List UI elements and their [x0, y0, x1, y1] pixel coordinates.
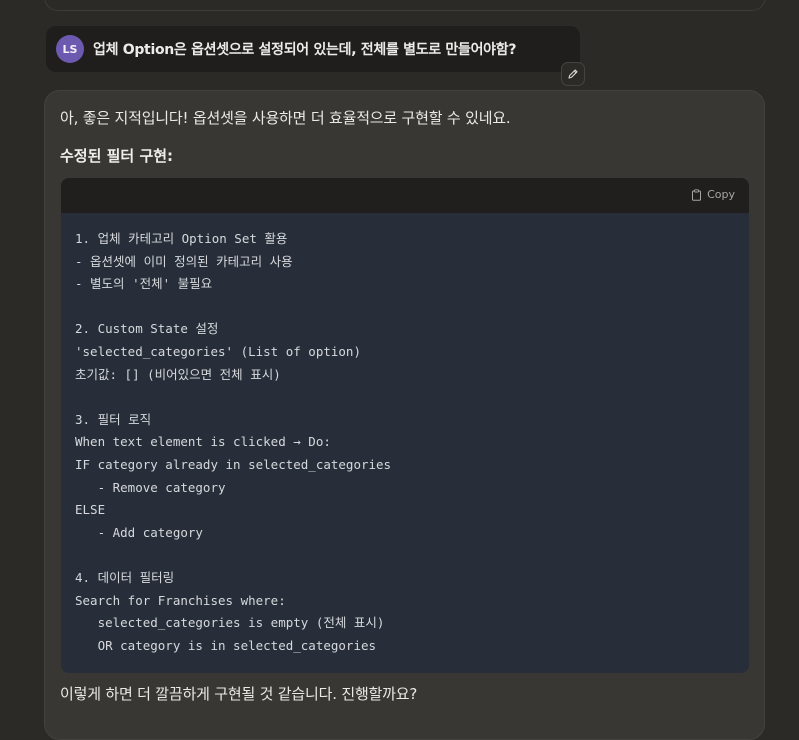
code-line: selected_categories is empty (전체 표시)	[75, 615, 385, 631]
user-message-text: 업체 Option은 옵션셋으로 설정되어 있는데, 전체를 별도로 만들어야함…	[93, 42, 517, 58]
user-message-bubble: LS 업체 Option은 옵션셋으로 설정되어 있는데, 전체를 별도로 만들…	[46, 26, 580, 72]
code-content: 1. 업체 카테고리 Option Set 활용 - 옵션셋에 이미 정의된 카테…	[61, 213, 749, 657]
code-line: 3. 필터 로직	[75, 411, 152, 427]
code-line: 2. Custom State 설정	[75, 321, 219, 337]
pencil-icon	[568, 69, 578, 79]
code-line: 초기값: [] (비어있으면 전체 표시)	[75, 366, 281, 382]
edit-message-button[interactable]	[561, 62, 585, 86]
code-line: - 별도의 '전체' 불필요	[75, 276, 213, 292]
user-avatar: LS	[56, 35, 84, 63]
code-line: 1. 업체 카테고리 Option Set 활용	[75, 231, 288, 246]
previous-message-card	[44, 0, 766, 11]
code-line: 4. 데이터 필터링	[75, 569, 175, 585]
assistant-outro-text: 이렇게 하면 더 깔끔하게 구현될 것 같습니다. 진행할까요?	[60, 685, 418, 703]
code-block: Copy 1. 업체 카테고리 Option Set 활용 - 옵션셋에 이미 정…	[61, 178, 749, 673]
code-line: IF category already in selected_categori…	[75, 456, 392, 472]
code-block-header: Copy	[61, 178, 749, 213]
code-line: OR category is in selected_categories	[75, 637, 377, 653]
code-line: - Remove category	[75, 479, 226, 495]
clipboard-icon	[692, 188, 702, 201]
code-line: When text element is clicked → Do:	[75, 434, 331, 450]
code-line: - Add category	[75, 524, 203, 540]
copy-button-label: Copy	[707, 188, 735, 201]
assistant-heading: 수정된 필터 구현:	[60, 147, 174, 165]
assistant-intro-text: 아, 좋은 지적입니다! 옵션셋을 사용하면 더 효율적으로 구현할 수 있네요…	[60, 109, 511, 127]
code-line: - 옵션셋에 이미 정의된 카테고리 사용	[75, 253, 293, 269]
copy-button[interactable]: Copy	[691, 188, 735, 201]
code-line: ELSE	[75, 502, 106, 518]
code-line: Search for Franchises where:	[75, 592, 286, 608]
code-line: 'selected_categories' (List of option)	[75, 343, 361, 359]
